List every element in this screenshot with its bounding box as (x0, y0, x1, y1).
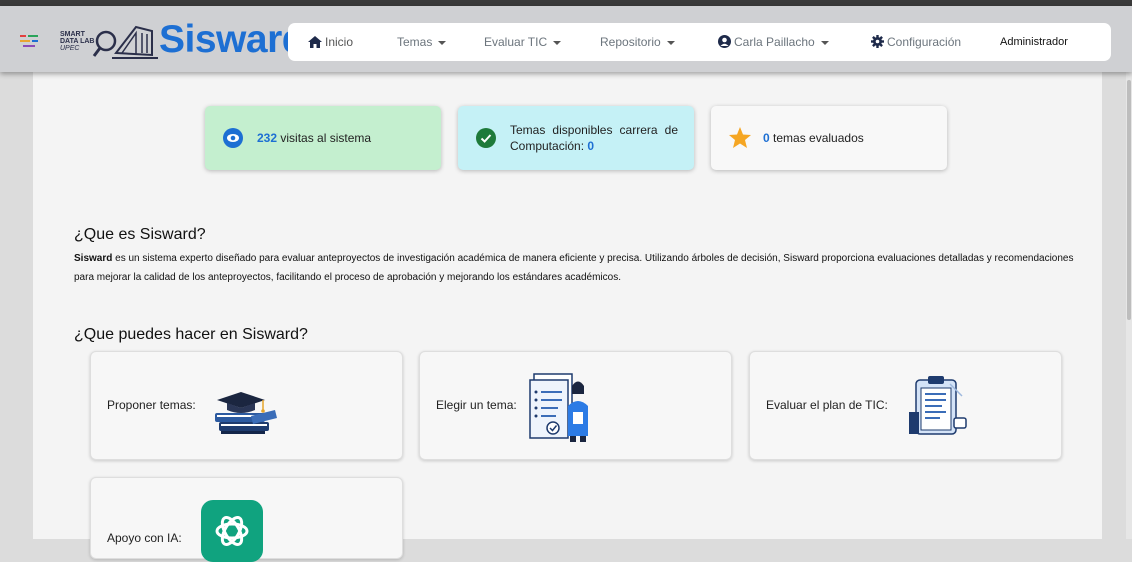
chevron-down-icon (553, 40, 562, 45)
card-label: Proponer temas: (107, 398, 196, 412)
temas-count: 0 (587, 139, 595, 153)
openai-icon (201, 500, 263, 562)
card-label: Evaluar el plan de TIC: (766, 398, 888, 412)
nav-temas-label: Temas (397, 35, 433, 49)
main-nav: Inicio Temas Evaluar TIC Repositorio Car… (288, 23, 1111, 61)
star-icon (729, 127, 751, 148)
search-book-logo-icon (92, 25, 158, 59)
brand-logo[interactable]: SMART DATA LAB UPEC Sisward (20, 16, 306, 66)
main-content: 232 visitas al sistema Temas disponibles… (33, 72, 1102, 562)
graduation-books-icon (215, 392, 277, 434)
card-apoyo-ia[interactable]: Apoyo con IA: (90, 477, 403, 562)
visits-count: 232 (257, 131, 278, 145)
smart-data-lab-mark-icon (20, 35, 38, 47)
about-strong: Sisward (74, 253, 113, 264)
evaluados-count: 0 (763, 131, 770, 145)
logo-line-upec: UPEC (60, 45, 80, 52)
stat-card-visits: 232 visitas al sistema (205, 106, 441, 170)
scrollbar-thumb[interactable] (1127, 80, 1131, 320)
logo-small-text: SMART DATA LAB UPEC (60, 31, 94, 52)
card-label: Apoyo con IA: (107, 531, 182, 545)
gear-icon (871, 35, 884, 48)
evaluados-label: temas evaluados (773, 131, 864, 145)
stat-card-evaluados: 0 temas evaluados (711, 106, 947, 170)
about-paragraph: Sisward es un sistema experto diseñado p… (74, 249, 1074, 287)
user-circle-icon (718, 35, 731, 48)
visits-label: visitas al sistema (280, 131, 372, 145)
chevron-down-icon (820, 40, 829, 45)
nav-user-label: Carla Paillacho (734, 35, 815, 49)
chevron-down-icon (438, 40, 447, 45)
top-navbar: SMART DATA LAB UPEC Sisward Inicio Temas… (0, 6, 1132, 72)
brand-name: Sisward (159, 18, 306, 61)
nav-config-label: Configuración (887, 35, 962, 49)
actions-title: ¿Que puedes hacer en Sisward? (74, 326, 308, 343)
card-elegir-tema[interactable]: Elegir un tema: (419, 351, 732, 460)
about-body: es un sistema experto diseñado para eval… (74, 253, 1074, 283)
nav-user-menu[interactable]: Carla Paillacho (718, 23, 829, 61)
nav-temas[interactable]: Temas (397, 23, 447, 61)
document-person-icon (529, 373, 588, 442)
logo-line-smart: SMART (60, 31, 85, 38)
eye-icon (223, 128, 243, 148)
logo-line-datalab: DATA LAB (60, 38, 95, 45)
nav-evaluar-label: Evaluar TIC (484, 35, 548, 49)
card-label: Elegir un tema: (436, 398, 517, 412)
home-icon (308, 36, 322, 48)
card-proponer-temas[interactable]: Proponer temas: (90, 351, 403, 460)
check-circle-icon (476, 128, 496, 148)
nav-configuracion[interactable]: Configuración (871, 23, 961, 61)
nav-inicio-label: Inicio (325, 35, 354, 49)
role-label: Administrador (1000, 36, 1068, 48)
clipboard-icon (909, 376, 967, 435)
stat-card-temas: Temas disponibles carrera de Computación… (458, 106, 694, 170)
about-title: ¿Que es Sisward? (74, 226, 206, 243)
left-gutter (0, 72, 33, 539)
card-evaluar-plan[interactable]: Evaluar el plan de TIC: (749, 351, 1062, 460)
chevron-down-icon (666, 40, 675, 45)
nav-inicio[interactable]: Inicio (308, 23, 353, 61)
nav-evaluar-tic[interactable]: Evaluar TIC (484, 23, 562, 61)
nav-repositorio-label: Repositorio (600, 35, 661, 49)
nav-repositorio[interactable]: Repositorio (600, 23, 675, 61)
